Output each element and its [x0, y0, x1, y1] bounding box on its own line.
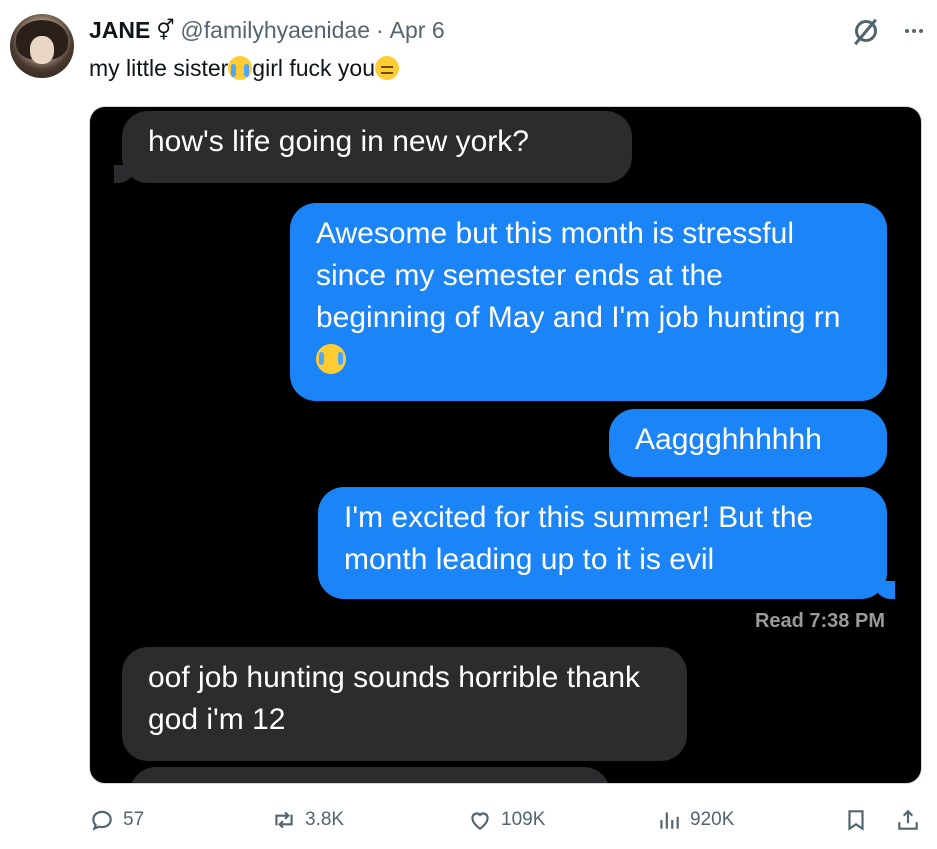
message-bubble-outgoing: Awesome but this month is stressful sinc… — [290, 203, 887, 401]
views-icon — [660, 812, 679, 829]
like-icon — [471, 812, 489, 830]
message-text: oof job hunting sounds horrible thank go… — [148, 661, 641, 736]
like-button[interactable]: 109K — [467, 807, 545, 833]
author-name[interactable]: JANE — [89, 17, 150, 44]
repost-icon — [275, 811, 293, 829]
author-badge-icon: ⚥ — [156, 20, 175, 42]
more-dot — [912, 29, 916, 33]
message-text: Aaggghhhhhh — [635, 423, 822, 456]
share-icon — [898, 809, 918, 830]
avatar[interactable] — [10, 14, 74, 78]
grok-slash-icon[interactable] — [853, 18, 879, 46]
bookmark-button[interactable] — [843, 807, 869, 833]
separator: · — [375, 17, 384, 43]
repost-count: 3.8K — [305, 809, 345, 830]
tweet-action-bar: 57 3.8K 109K 920K — [89, 807, 923, 837]
tweet-top-actions — [853, 18, 923, 46]
pensive-face-icon — [375, 56, 400, 80]
avatar-face — [30, 36, 54, 64]
tweet-header: JANE ⚥ @familyhyaenidae · Apr 6 — [89, 17, 445, 44]
reply-button[interactable]: 57 — [89, 807, 144, 833]
views-button[interactable]: 920K — [656, 807, 734, 833]
more-dot — [905, 29, 909, 33]
message-text: I'm excited for this summer! But the mon… — [344, 501, 814, 576]
repost-button[interactable]: 3.8K — [271, 807, 344, 833]
message-bubble-incoming: oof job hunting sounds horrible thank go… — [122, 647, 687, 761]
like-count: 109K — [501, 809, 546, 830]
message-bubble-cutoff — [130, 767, 610, 783]
more-icon[interactable] — [905, 29, 923, 33]
loudly-crying-face-icon — [316, 344, 346, 374]
message-bubble-outgoing: I'm excited for this summer! But the mon… — [318, 487, 895, 599]
message-bubble-incoming: how's life going in new york? — [114, 111, 632, 183]
tweet-date[interactable]: Apr 6 — [390, 17, 445, 44]
message-text: Awesome but this month is stressful sinc… — [316, 217, 841, 334]
loudly-crying-face-icon — [228, 56, 253, 80]
read-receipt: Read 7:38 PM — [754, 610, 885, 632]
tweet-text: my little sister girl fuck you — [89, 55, 400, 82]
author-handle[interactable]: @familyhyaenidae — [180, 17, 370, 44]
tweet-text-part1: my little sister — [89, 55, 229, 81]
reply-icon — [92, 810, 112, 831]
bookmark-icon — [848, 810, 864, 831]
tweet-text-part2: girl fuck you — [252, 55, 376, 81]
message-text: how's life going in new york? — [148, 125, 529, 158]
views-count: 920K — [690, 809, 735, 830]
share-button[interactable] — [895, 807, 921, 833]
message-bubble-outgoing: Aaggghhhhhh — [609, 409, 887, 477]
tweet-media-image[interactable]: how's life going in new york? Awesome bu… — [89, 106, 922, 784]
more-dot — [919, 29, 923, 33]
reply-count: 57 — [123, 809, 145, 830]
